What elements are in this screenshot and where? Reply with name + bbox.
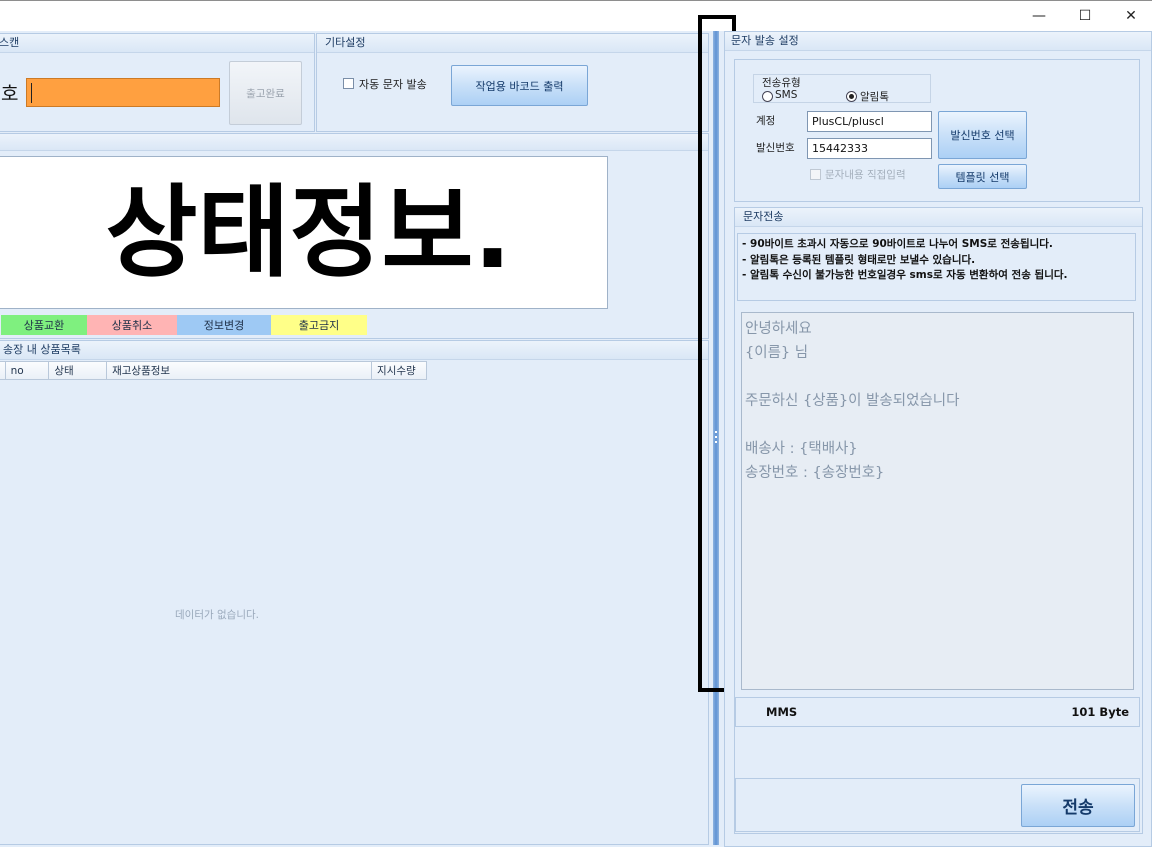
left-pane: 스캔 호 출고완료 기타설정 자동 문자 발송 작업용 바코드 출력 상태정보.…	[0, 31, 709, 847]
byte-count: 101 Byte	[1071, 705, 1129, 719]
status-display-text: 상태정보.	[105, 173, 512, 291]
status-button-info-change[interactable]: 정보변경	[177, 315, 271, 335]
radio-alimtalk-label: 알림톡	[860, 91, 889, 103]
direct-input-checkbox[interactable]	[810, 169, 821, 180]
send-type-group: 전송유형 SMS 알림톡	[753, 74, 931, 103]
status-area-header	[0, 134, 708, 151]
select-template-button[interactable]: 템플릿 선택	[938, 164, 1027, 189]
message-line: 송장번호 : {송장번호}	[745, 465, 885, 481]
status-display-box: 상태정보.	[0, 156, 608, 309]
close-icon: ✕	[1125, 8, 1137, 24]
minimize-button[interactable]: —	[1016, 1, 1062, 31]
message-line	[745, 365, 1133, 389]
text-caret	[31, 82, 32, 103]
sender-label: 발신번호	[756, 142, 795, 154]
notice-line: - 알림톡 수신이 불가능한 번호일경우 sms로 자동 변환하여 전송 됩니다…	[742, 269, 1068, 281]
client-area: 스캔 호 출고완료 기타설정 자동 문자 발송 작업용 바코드 출력 상태정보.…	[0, 15, 1152, 847]
sender-number-value: 15442333	[812, 142, 868, 155]
column-stock-info[interactable]: 재고상품정보	[107, 361, 373, 380]
sms-send-groupbox: 문자전송 - 90바이트 초과시 자동으로 90바이트로 나누어 SMS로 전송…	[734, 207, 1143, 834]
other-settings-groupbox: 기타설정 자동 문자 발송 작업용 바코드 출력	[316, 33, 709, 132]
account-label: 계정	[756, 115, 776, 127]
status-button-cancel[interactable]: 상품취소	[87, 315, 177, 335]
minimize-icon: —	[1032, 8, 1046, 24]
sms-settings-box: 전송유형 SMS 알림톡 계정 PlusCL/pluscl 발신번호 15442…	[734, 59, 1140, 202]
notice-line: - 90바이트 초과시 자동으로 90바이트로 나누어 SMS로 전송됩니다.	[742, 238, 1053, 250]
close-button[interactable]: ✕	[1108, 1, 1152, 31]
maximize-icon: ☐	[1078, 8, 1092, 24]
message-line: 주문하신 {상품}이 발송되었습니다	[745, 393, 960, 409]
send-button[interactable]: 전송	[1021, 784, 1135, 827]
scan-input[interactable]	[26, 78, 220, 107]
maximize-button[interactable]: ☐	[1062, 1, 1108, 31]
radio-sms[interactable]	[762, 91, 773, 102]
product-list-title: 송장 내 상품목록	[0, 341, 708, 360]
scan-groupbox: 스캔 호 출고완료	[0, 33, 315, 132]
sms-settings-title: 문자 발송 설정	[725, 32, 1151, 51]
status-area: 상태정보. 상품교환 상품취소 정보변경 출고금지	[0, 133, 709, 339]
select-sender-button[interactable]: 발신번호 선택	[938, 111, 1027, 159]
message-info-bar: MMS 101 Byte	[735, 697, 1140, 727]
auto-sms-checkbox[interactable]	[343, 78, 354, 89]
radio-alimtalk[interactable]	[846, 91, 857, 102]
send-button-bar: 전송	[735, 778, 1140, 832]
send-type-label: 전송유형	[762, 77, 801, 89]
radio-selected-dot	[849, 94, 854, 99]
status-button-row: 상품교환 상품취소 정보변경 출고금지	[1, 315, 369, 335]
scan-title: 스캔	[0, 34, 314, 53]
account-input[interactable]: PlusCL/pluscl	[807, 111, 932, 132]
notice-line: - 알림톡은 등록된 템플릿 형태로만 보낼수 있습니다.	[742, 253, 976, 266]
column-status[interactable]: 상태	[49, 361, 108, 380]
message-line: 배송사 : {택배사}	[745, 441, 858, 457]
sender-number-input[interactable]: 15442333	[807, 138, 932, 159]
radio-sms-label: SMS	[775, 89, 798, 101]
auto-sms-label: 자동 문자 발송	[359, 78, 427, 91]
product-list-groupbox: 송장 내 상품목록 no 상태 재고상품정보 지시수량 데이터가 없습니다.	[0, 340, 709, 845]
column-no[interactable]: no	[5, 361, 50, 380]
title-bar: — ☐ ✕	[0, 0, 1152, 31]
status-button-exchange[interactable]: 상품교환	[1, 315, 87, 335]
sms-send-title: 문자전송	[735, 208, 1142, 227]
right-pane: 문자 발송 설정 전송유형 SMS 알림톡 계정 PlusCL/pluscl 발…	[724, 31, 1152, 847]
direct-input-label: 문자내용 직접입력	[825, 169, 906, 181]
account-value: PlusCL/pluscl	[812, 115, 884, 128]
ship-complete-button[interactable]: 출고완료	[229, 61, 302, 125]
notice-box: - 90바이트 초과시 자동으로 90바이트로 나누어 SMS로 전송됩니다. …	[737, 233, 1136, 301]
column-quantity[interactable]: 지시수량	[372, 361, 427, 380]
print-barcode-button[interactable]: 작업용 바코드 출력	[451, 65, 588, 106]
other-settings-title: 기타설정	[317, 34, 708, 53]
message-line: 안녕하세요	[745, 321, 812, 337]
scan-field-label: 호	[1, 83, 19, 105]
empty-message: 데이터가 없습니다.	[175, 609, 259, 621]
message-line	[745, 413, 1133, 437]
message-line: {이름} 님	[745, 345, 809, 361]
message-type: MMS	[766, 705, 798, 719]
status-button-shipping-ban[interactable]: 출고금지	[271, 315, 367, 335]
message-textarea[interactable]: 안녕하세요 {이름} 님 주문하신 {상품}이 발송되었습니다 배송사 : {택…	[741, 312, 1134, 690]
product-grid-header: no 상태 재고상품정보 지시수량	[0, 361, 427, 380]
